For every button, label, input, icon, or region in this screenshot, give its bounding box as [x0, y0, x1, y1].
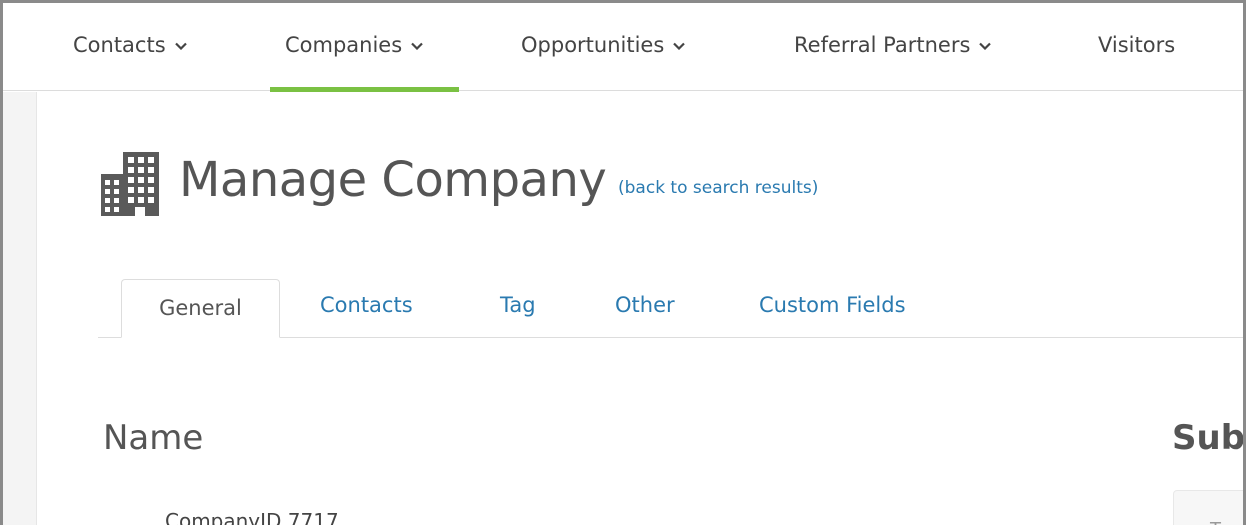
right-panel-text: T	[1210, 519, 1221, 525]
section-title-sub: Sub	[1172, 418, 1246, 458]
active-nav-indicator	[270, 87, 459, 92]
nav-opportunities[interactable]: Opportunities	[521, 31, 686, 58]
nav-contacts-label: Contacts	[73, 33, 166, 57]
tab-contacts[interactable]: Contacts	[320, 279, 413, 338]
app-window: Contacts Companies Opportunities Referra…	[0, 0, 1246, 525]
nav-companies[interactable]: Companies	[285, 33, 423, 58]
chevron-down-icon	[174, 31, 187, 55]
nav-referral-partners-label: Referral Partners	[794, 33, 971, 57]
chevron-down-icon	[673, 31, 686, 55]
top-navigation: Contacts Companies Opportunities Referra…	[3, 3, 1243, 92]
chevron-down-icon	[411, 31, 423, 55]
nav-companies-label: Companies	[285, 33, 403, 57]
tab-general[interactable]: General	[121, 279, 280, 338]
nav-referral-partners[interactable]: Referral Partners	[794, 31, 992, 58]
company-id-label: CompanyID 7717	[165, 509, 339, 525]
page-title: Manage Company	[179, 152, 607, 208]
sidebar-strip	[3, 92, 37, 525]
chevron-down-icon	[979, 31, 992, 55]
nav-opportunities-label: Opportunities	[521, 33, 665, 57]
back-to-search-results-link[interactable]: (back to search results)	[618, 178, 818, 198]
tab-custom-fields[interactable]: Custom Fields	[759, 279, 906, 338]
tab-other[interactable]: Other	[615, 279, 675, 338]
nav-visitors[interactable]: Visitors	[1098, 33, 1175, 57]
tab-tag[interactable]: Tag	[500, 279, 536, 338]
nav-visitors-label: Visitors	[1098, 33, 1176, 57]
nav-contacts[interactable]: Contacts	[73, 33, 187, 58]
building-icon	[101, 152, 159, 220]
section-title-name: Name	[103, 418, 204, 458]
